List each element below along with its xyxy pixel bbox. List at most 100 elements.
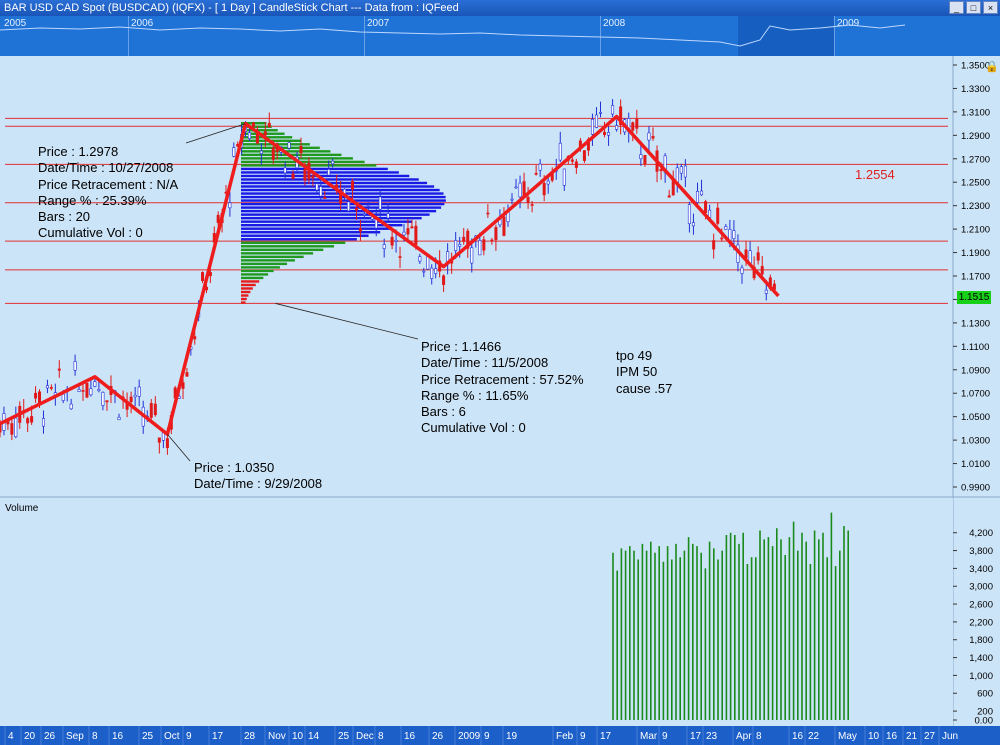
volume-profile-bar: [241, 178, 419, 181]
candle-body: [631, 122, 635, 131]
volume-profile-bar: [241, 255, 304, 259]
volume-tick-label: 3,800: [969, 546, 993, 557]
candle-body: [38, 391, 42, 404]
candle-body: [574, 161, 578, 168]
candle-body: [283, 167, 287, 174]
candle-body: [69, 403, 73, 410]
candle-body: [542, 183, 546, 196]
candle-body: [319, 186, 323, 197]
volume-profile-bar: [241, 181, 428, 185]
candle-body: [482, 239, 486, 251]
candle-body: [57, 368, 61, 371]
time-tick-label: 25: [142, 731, 154, 742]
price-tick-label: 1.3100: [961, 107, 990, 118]
candle-body: [530, 204, 534, 206]
time-tick-label: 19: [506, 731, 518, 742]
time-tick-label: 16: [792, 731, 804, 742]
candle-body: [30, 416, 34, 423]
annotation-line: Date/Time : 9/29/2008: [194, 476, 323, 492]
candle-body: [603, 131, 607, 136]
price-tick-label: 0.9900: [961, 483, 990, 494]
candle-body: [41, 418, 45, 427]
annotation-middle: Price : 1.1466 Date/Time : 11/5/2008 Pri…: [421, 339, 584, 437]
annotation-top: Price : 1.2978 Date/Time : 10/27/2008 Pr…: [38, 144, 178, 242]
volume-profile-bar: [241, 241, 346, 244]
candle-body: [458, 244, 462, 247]
annotation-line: Price Retracement : N/A: [38, 176, 179, 192]
annotation-line: Range % : 11.65%: [421, 387, 529, 403]
price-tick-label: 1.2700: [961, 154, 990, 165]
close-button[interactable]: ×: [983, 1, 998, 14]
maximize-button[interactable]: □: [966, 1, 981, 14]
volume-profile-bar: [241, 283, 256, 287]
time-tick-label: Dec: [356, 731, 374, 742]
candle-body: [366, 204, 370, 207]
volume-profile-bar: [241, 252, 314, 255]
candle-body: [386, 213, 390, 219]
candle-body: [354, 207, 358, 211]
candle-body: [490, 239, 494, 242]
time-tick-label: 4: [8, 731, 14, 742]
volume-tick-label: 2,600: [969, 600, 993, 611]
candle-body: [287, 142, 291, 149]
minimize-button[interactable]: _: [949, 1, 964, 14]
candle-body: [538, 163, 542, 171]
time-tick-label: 22: [808, 731, 820, 742]
time-tick-label: 9: [580, 731, 586, 742]
candle-body: [635, 118, 639, 129]
volume-tick-label: 4,200: [969, 528, 993, 539]
candle-body: [514, 186, 518, 189]
volume-profile-bar: [241, 259, 295, 262]
candle-body: [704, 201, 708, 213]
current-price-badge: 1.1515: [957, 291, 991, 304]
candle-body: [299, 145, 303, 154]
volume-profile-bar: [241, 294, 249, 297]
candle-body: [350, 181, 354, 190]
volume-tick-label: 2,200: [969, 617, 993, 628]
candle-body: [185, 372, 189, 377]
candle-body: [558, 142, 562, 161]
volume-profile-bar: [241, 276, 264, 280]
time-tick-label: 8: [378, 731, 384, 742]
candle-body: [315, 183, 319, 191]
candle-body: [639, 154, 643, 160]
candle-body: [267, 122, 271, 128]
candle-body: [311, 175, 315, 179]
lock-icon[interactable]: 🔒: [985, 60, 999, 73]
candle-body: [712, 240, 716, 250]
candle-body: [611, 105, 615, 115]
overview-sparkline: [0, 24, 906, 47]
price-tick-label: 1.0300: [961, 436, 990, 447]
volume-profile-bar: [241, 209, 437, 213]
candle-body: [390, 236, 394, 246]
time-tick-label: 21: [906, 731, 918, 742]
candle-body: [756, 252, 760, 261]
candle-body: [570, 159, 574, 162]
candle-body: [137, 386, 141, 397]
volume-profile-bar: [241, 223, 403, 227]
time-tick-label: 23: [706, 731, 718, 742]
candle-body: [667, 195, 671, 198]
annotation-notes: tpo 49 IPM 50 cause .57: [616, 348, 672, 397]
candle-body: [271, 147, 275, 160]
candle-body: [434, 268, 438, 274]
annotation-line: tpo 49: [616, 348, 653, 363]
time-tick-label: 10: [292, 731, 304, 742]
volume-profile-bar: [241, 273, 269, 276]
overview-scrollbar[interactable]: [930, 16, 1000, 56]
time-tick-label: 27: [924, 731, 936, 742]
time-tick-label: 9: [186, 731, 192, 742]
candle-body: [683, 165, 687, 178]
candle-body: [165, 438, 169, 449]
volume-tick-label: 3,400: [969, 564, 993, 575]
candle-body: [607, 132, 611, 136]
price-tick-label: 1.0100: [961, 459, 990, 470]
time-tick-label: 16: [112, 731, 124, 742]
candle-body: [478, 240, 482, 256]
volume-profile-bar: [241, 290, 251, 294]
candle-body: [518, 182, 522, 198]
volume-profile-bar: [241, 287, 253, 290]
price-tick-label: 1.3300: [961, 84, 990, 95]
candle-body: [26, 418, 30, 424]
time-tick-label: 26: [44, 731, 56, 742]
